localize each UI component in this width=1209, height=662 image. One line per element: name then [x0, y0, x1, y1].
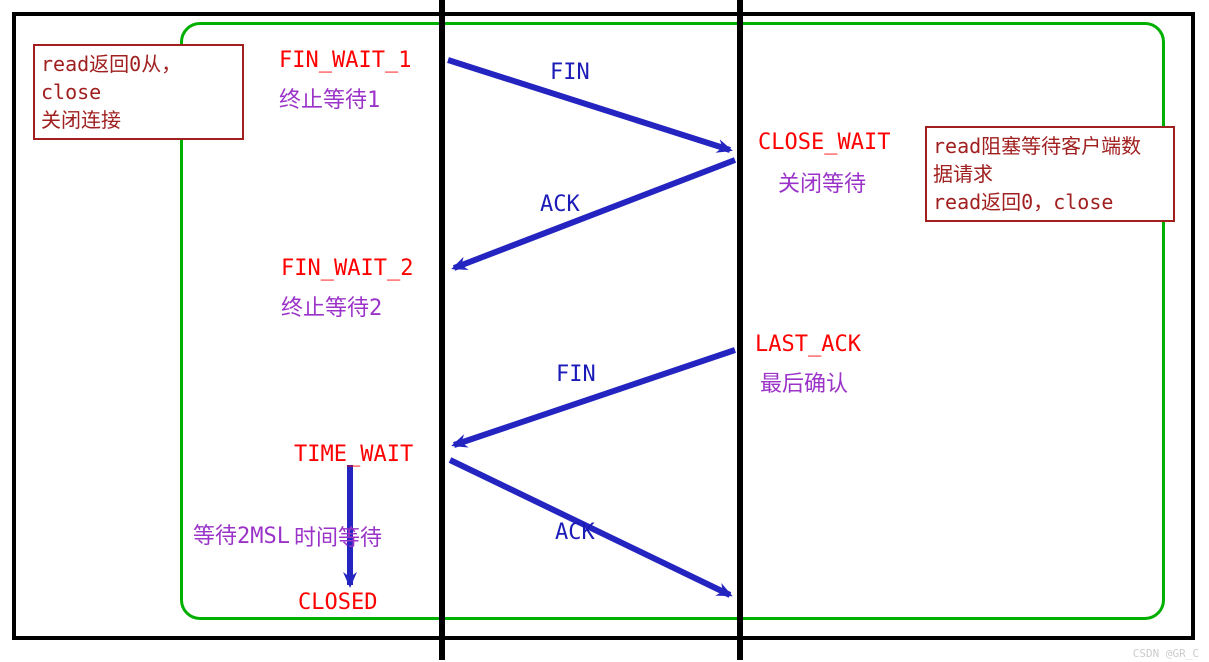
msg-fin-2: FIN — [556, 362, 596, 387]
note-right-line3: read返回0，close — [933, 190, 1113, 214]
note-right: read阻塞等待客户端数 据请求 read返回0，close — [925, 126, 1175, 222]
state-close-wait: CLOSE_WAIT — [758, 130, 890, 155]
state-fin-wait-2: FIN_WAIT_2 — [281, 256, 413, 281]
state-fin-wait-1: FIN_WAIT_1 — [279, 48, 411, 73]
note-left-line2: 关闭连接 — [41, 108, 121, 132]
desc-time-wait: 时间等待 — [294, 520, 382, 552]
state-last-ack: LAST_ACK — [755, 332, 861, 357]
note-left: read返回0从，close 关闭连接 — [33, 44, 244, 140]
state-time-wait: TIME_WAIT — [294, 442, 413, 467]
desc-close-wait: 关闭等待 — [778, 166, 866, 198]
note-right-line1: read阻塞等待客户端数 — [933, 134, 1141, 158]
desc-fin-wait-1: 终止等待1 — [279, 82, 380, 114]
label-wait-2msl: 等待2MSL — [193, 518, 290, 550]
note-left-line1: read返回0从，close — [41, 52, 181, 104]
desc-fin-wait-2: 终止等待2 — [281, 290, 382, 322]
watermark: CSDN @GR_C — [1133, 647, 1199, 660]
msg-ack-2: ACK — [555, 520, 595, 545]
note-right-line2: 据请求 — [933, 162, 993, 186]
msg-fin-1: FIN — [550, 60, 590, 85]
state-closed: CLOSED — [298, 590, 377, 615]
desc-last-ack: 最后确认 — [760, 366, 848, 398]
msg-ack-1: ACK — [540, 192, 580, 217]
